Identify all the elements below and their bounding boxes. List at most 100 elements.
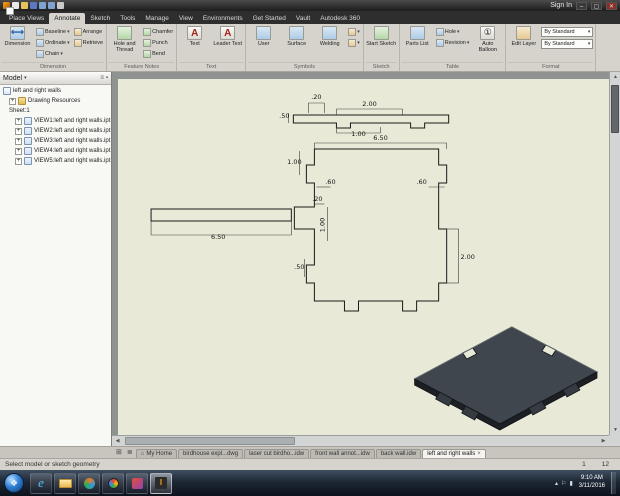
vertical-scroll-thumb[interactable] <box>611 85 619 133</box>
ribbon-tab-sketch[interactable]: Sketch <box>85 13 115 24</box>
minimize-button[interactable]: – <box>576 1 587 10</box>
taskbar-app-inventor[interactable]: I <box>150 472 172 494</box>
chain-button[interactable]: Chain ▾ <box>35 48 71 59</box>
arrange-button[interactable]: Arrange <box>73 26 104 37</box>
show-desktop-button[interactable] <box>611 472 616 494</box>
end-fill-button[interactable]: ▾ <box>347 37 361 48</box>
chamfer-button[interactable]: Chamfer <box>142 26 174 37</box>
tree-item-view[interactable]: + VIEW4:left and right walls.ipt <box>0 146 111 156</box>
tab-list-icon[interactable]: ≣ <box>125 447 135 458</box>
ribbon-tab-get-started[interactable]: Get Started <box>248 13 291 24</box>
chevron-down-icon[interactable]: ▾ <box>457 29 460 35</box>
tree-item-view[interactable]: + VIEW5:left and right walls.ipt <box>0 156 111 166</box>
undo-icon[interactable] <box>39 2 46 9</box>
hole-thread-button[interactable]: Hole and Thread <box>109 25 140 62</box>
user-symbol-button[interactable]: User <box>248 25 279 62</box>
start-button[interactable]: ❖ <box>4 473 24 493</box>
horizontal-scrollbar[interactable]: ◀ ▶ <box>112 435 609 446</box>
document-tab[interactable]: left and right walls × <box>422 449 486 458</box>
expander-icon[interactable]: + <box>9 97 16 105</box>
chevron-down-icon[interactable]: ▾ <box>588 41 591 47</box>
chevron-down-icon[interactable]: ▾ <box>67 29 70 35</box>
taskbar-app-chrome[interactable] <box>102 472 124 494</box>
ribbon-tab-manage[interactable]: Manage <box>140 13 174 24</box>
taskbar-clock[interactable]: 9:10 AM 3/11/2016 <box>576 475 608 491</box>
panel-label-table[interactable]: Table <box>401 62 504 71</box>
expander-icon[interactable]: + <box>15 127 22 135</box>
save-icon[interactable] <box>30 2 37 9</box>
chevron-down-icon[interactable]: ▾ <box>67 40 70 46</box>
tree-item-view[interactable]: + VIEW3:left and right walls.ipt <box>0 136 111 146</box>
taskbar-app-media-player[interactable] <box>78 472 100 494</box>
taskbar-app-paint[interactable] <box>126 472 148 494</box>
maximize-button[interactable]: ▢ <box>591 1 602 10</box>
taskbar-app-explorer[interactable] <box>54 472 76 494</box>
browser-menu-icon[interactable]: ≡ <box>100 75 104 81</box>
ribbon-tab-view[interactable]: View <box>174 13 198 24</box>
drawing-canvas[interactable]: .20 2.00 .50 1.00 6.50 1.00 .60 .60 .20 6.50 1.00.… <box>118 79 609 435</box>
revision-button[interactable]: Revision ▾ <box>435 37 471 48</box>
expander-icon[interactable]: + <box>15 147 22 155</box>
panel-label-text[interactable]: Text <box>179 62 244 71</box>
vertical-scrollbar[interactable]: ▲ ▼ <box>609 72 620 435</box>
hole-table-button[interactable]: Hole ▾ <box>435 26 471 37</box>
expander-icon[interactable]: + <box>15 117 22 125</box>
chevron-down-icon[interactable]: ▾ <box>357 29 360 35</box>
text-button[interactable]: A Text <box>179 25 210 62</box>
document-tab[interactable]: birdhouse expl...dwg <box>178 449 244 458</box>
tree-item-document[interactable]: left and right walls <box>0 86 111 96</box>
welding-symbol-button[interactable]: Welding <box>314 25 345 62</box>
retrieve-button[interactable]: Retrieve <box>73 37 104 48</box>
show-hidden-icons[interactable]: ▴ <box>555 480 558 487</box>
open-file-icon[interactable] <box>21 2 28 9</box>
panel-label-symbols[interactable]: Symbols <box>248 62 361 71</box>
layer-select[interactable]: By Standard ▾ <box>541 39 594 49</box>
browser-header[interactable]: Model ▾ ≡ ▪ <box>0 72 111 85</box>
chevron-down-icon[interactable]: ▾ <box>467 40 470 46</box>
tab-grid-icon[interactable]: ⊞ <box>114 447 124 458</box>
tree-item-view[interactable]: + VIEW2:left and right walls.ipt <box>0 126 111 136</box>
document-tab[interactable]: front wall annot...idw <box>310 449 375 458</box>
expander-icon[interactable]: + <box>15 157 22 165</box>
sign-in-button[interactable]: Sign In <box>550 2 572 9</box>
isometric-view[interactable] <box>413 326 599 431</box>
document-tab[interactable]: ⌂ My Home <box>135 449 178 458</box>
scroll-down-icon[interactable]: ▼ <box>610 425 620 435</box>
ordinate-button[interactable]: Ordinate ▾ <box>35 37 71 48</box>
bend-button[interactable]: Bend <box>142 48 174 59</box>
panel-label-dimension[interactable]: Dimension <box>2 62 105 71</box>
ribbon-tab-tools[interactable]: Tools <box>115 13 140 24</box>
action-center-icon[interactable]: ⚐ <box>561 480 566 487</box>
baseline-button[interactable]: Baseline ▾ <box>35 26 71 37</box>
horizontal-scroll-thumb[interactable] <box>125 437 295 445</box>
tree-item-view[interactable]: + VIEW1:left and right walls.ipt <box>0 116 111 126</box>
ribbon-tab-autodesk-360[interactable]: Autodesk 360 <box>315 13 365 24</box>
dimension-button[interactable]: ⟷ Dimension <box>2 25 33 62</box>
taskbar-app-internet-explorer[interactable]: e <box>30 472 52 494</box>
print-icon[interactable] <box>57 2 64 9</box>
ribbon-tab-environments[interactable]: Environments <box>198 13 248 24</box>
close-button[interactable]: ✕ <box>606 1 617 10</box>
close-tab-icon[interactable]: × <box>477 451 481 457</box>
punch-button[interactable]: Punch <box>142 37 174 48</box>
caterpillar-button[interactable]: ▾ <box>347 26 361 37</box>
panel-label-feature-notes[interactable]: Feature Notes <box>109 62 175 71</box>
panel-label-format[interactable]: Format <box>508 62 594 71</box>
parts-list-button[interactable]: Parts List <box>402 25 433 62</box>
document-tab[interactable]: laser cut birdho...idw <box>244 449 310 458</box>
auto-balloon-button[interactable]: ① Auto Balloon <box>472 25 503 62</box>
network-icon[interactable]: ▮ <box>569 480 572 487</box>
start-sketch-button[interactable]: Start Sketch <box>366 25 397 62</box>
chevron-down-icon[interactable]: ▾ <box>24 75 27 81</box>
edit-layer-button[interactable]: Edit Layer <box>508 25 539 62</box>
chevron-down-icon[interactable]: ▾ <box>588 29 591 35</box>
leader-text-button[interactable]: A Leader Text <box>212 25 243 62</box>
chevron-down-icon[interactable]: ▾ <box>60 51 63 57</box>
panel-label-sketch[interactable]: Sketch <box>365 62 397 71</box>
browser-pin-icon[interactable]: ▪ <box>106 75 108 81</box>
ribbon-tab-vault[interactable]: Vault <box>291 13 315 24</box>
expander-icon[interactable]: + <box>15 137 22 145</box>
tree-item-sheet[interactable]: Sheet:1 <box>0 7 111 116</box>
scroll-left-icon[interactable]: ◀ <box>112 436 123 447</box>
scroll-right-icon[interactable]: ▶ <box>598 436 609 447</box>
